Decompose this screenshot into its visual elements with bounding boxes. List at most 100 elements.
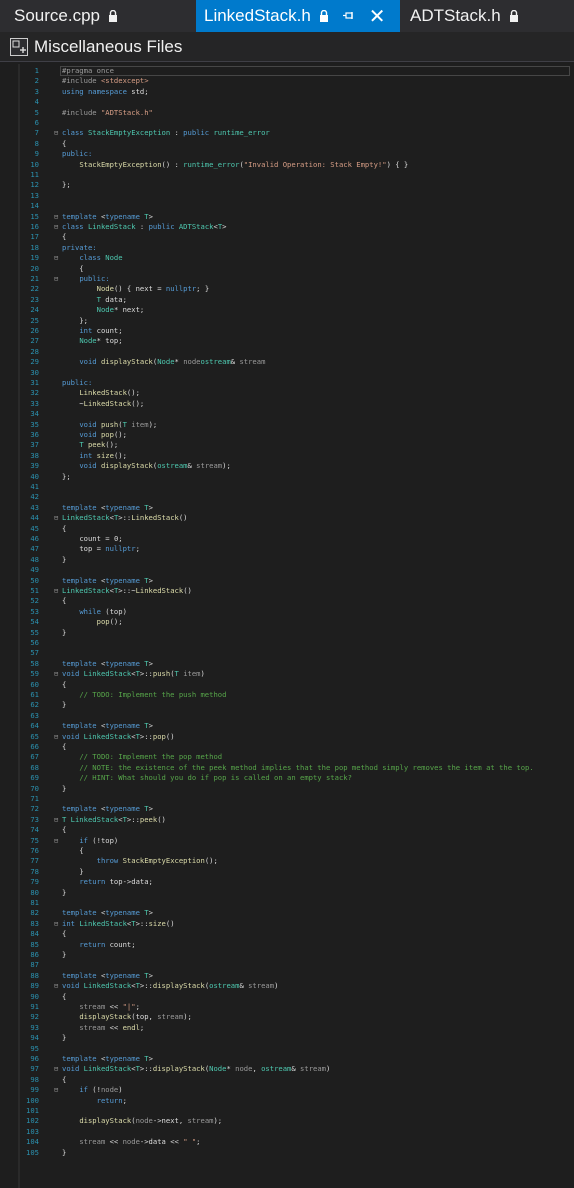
code-line[interactable]: 60 { — [0, 680, 574, 690]
collapse-icon[interactable]: ⊟ — [54, 128, 62, 138]
code-line[interactable]: 13 — [0, 191, 574, 201]
code-line[interactable]: 88 template <typename T> — [0, 971, 574, 981]
code-line[interactable]: 63 — [0, 711, 574, 721]
code-line[interactable]: 34 — [0, 409, 574, 419]
code-line[interactable]: 101 — [0, 1106, 574, 1116]
code-line[interactable]: 100 return; — [0, 1096, 574, 1106]
code-line[interactable]: 98 { — [0, 1075, 574, 1085]
code-line[interactable]: 50 template <typename T> — [0, 576, 574, 586]
code-line[interactable]: 89 ⊟ void LinkedStack<T>::displayStack(ost… — [0, 981, 574, 991]
collapse-icon[interactable]: ⊟ — [54, 1085, 62, 1095]
code-line[interactable]: 75 ⊟ if (!top) — [0, 836, 574, 846]
code-line[interactable]: 17 { — [0, 232, 574, 242]
code-editor[interactable]: 1 #pragma once 2 #include <stdexcept> 3 using… — [0, 64, 574, 1188]
collapse-icon[interactable]: ⊟ — [54, 919, 62, 929]
code-line[interactable]: 84 { — [0, 929, 574, 939]
code-line[interactable]: 48} — [0, 555, 574, 565]
code-line[interactable]: 43 template <typename T> — [0, 503, 574, 513]
collapse-icon[interactable]: ⊟ — [54, 669, 62, 679]
code-line[interactable]: 99 ⊟ if (!node) — [0, 1085, 574, 1095]
code-line[interactable]: 58 template <typename T> — [0, 659, 574, 669]
code-line[interactable]: 56 — [0, 638, 574, 648]
code-line[interactable]: 22 Node() { next = nullptr; } — [0, 284, 574, 294]
code-line[interactable]: 77 throw StackEmptyException(); — [0, 856, 574, 866]
code-line[interactable]: 33 ~LinkedStack(); — [0, 399, 574, 409]
code-line[interactable]: 53 while (top) — [0, 607, 574, 617]
code-line[interactable]: 81 — [0, 898, 574, 908]
code-line[interactable]: 78 } — [0, 867, 574, 877]
code-line[interactable]: 39 void displayStack(ostream& stream); — [0, 461, 574, 471]
collapse-icon[interactable]: ⊟ — [54, 815, 62, 825]
code-line[interactable]: 20 { — [0, 264, 574, 274]
code-line[interactable]: 87 — [0, 960, 574, 970]
collapse-icon[interactable]: ⊟ — [54, 274, 62, 284]
code-line[interactable]: 52 { — [0, 596, 574, 606]
code-line[interactable]: 19 ⊟ class Node — [0, 253, 574, 263]
code-line[interactable]: 91 stream << "|"; — [0, 1002, 574, 1012]
code-line[interactable]: 47 top = nullptr; — [0, 544, 574, 554]
code-line[interactable]: 68 // NOTE: the existence of the peek me… — [0, 763, 574, 773]
code-line[interactable]: 21 ⊟ public: — [0, 274, 574, 284]
code-line[interactable]: 74 { — [0, 825, 574, 835]
code-line[interactable]: 76 { — [0, 846, 574, 856]
code-line[interactable]: 15 ⊟ template <typename T> — [0, 212, 574, 222]
code-line[interactable]: 73 ⊟ T LinkedStack<T>::peek() — [0, 815, 574, 825]
collapse-icon[interactable]: ⊟ — [54, 222, 62, 232]
code-line[interactable]: 70} — [0, 784, 574, 794]
code-line[interactable]: 8{ — [0, 139, 574, 149]
code-line[interactable]: 37 T peek(); — [0, 440, 574, 450]
code-line[interactable]: 69 // HINT: What should you do if pop is… — [0, 773, 574, 783]
code-line[interactable]: 95 — [0, 1044, 574, 1054]
code-line[interactable]: 12}; — [0, 180, 574, 190]
code-line[interactable]: 2 #include <stdexcept> — [0, 76, 574, 86]
code-line[interactable]: 24 Node* next; — [0, 305, 574, 315]
code-line[interactable]: 1 #pragma once — [0, 66, 574, 76]
code-line[interactable]: 93 stream << endl; — [0, 1023, 574, 1033]
project-dropdown[interactable]: Miscellaneous Files — [34, 37, 182, 57]
code-line[interactable]: 45 { — [0, 524, 574, 534]
code-line[interactable]: 9 public: — [0, 149, 574, 159]
code-line[interactable]: 40}; — [0, 472, 574, 482]
code-line[interactable]: 90 { — [0, 992, 574, 1002]
code-line[interactable]: 85 return count; — [0, 940, 574, 950]
code-line[interactable]: 55} — [0, 628, 574, 638]
code-line[interactable]: 86} — [0, 950, 574, 960]
collapse-icon[interactable]: ⊟ — [54, 732, 62, 742]
pin-icon[interactable] — [342, 8, 355, 24]
tab-linkedstack-h[interactable]: LinkedStack.h ✕ — [196, 0, 400, 32]
code-line[interactable]: 11 — [0, 170, 574, 180]
code-line[interactable]: 27 Node* top; — [0, 336, 574, 346]
code-line[interactable]: 96 template <typename T> — [0, 1054, 574, 1064]
code-line[interactable]: 103 — [0, 1127, 574, 1137]
code-line[interactable]: 38 int size(); — [0, 451, 574, 461]
code-line[interactable]: 66 { — [0, 742, 574, 752]
code-line[interactable]: 3 using namespace std; — [0, 87, 574, 97]
code-line[interactable]: 61 // TODO: Implement the push method — [0, 690, 574, 700]
code-line[interactable]: 82 template <typename T> — [0, 908, 574, 918]
close-icon[interactable]: ✕ — [369, 4, 386, 29]
code-line[interactable]: 41 — [0, 482, 574, 492]
collapse-icon[interactable]: ⊟ — [54, 981, 62, 991]
code-line[interactable]: 92 displayStack(top, stream); — [0, 1012, 574, 1022]
collapse-icon[interactable]: ⊟ — [54, 586, 62, 596]
code-line[interactable]: 6 — [0, 118, 574, 128]
code-line[interactable]: 25 }; — [0, 316, 574, 326]
code-line[interactable]: 4 — [0, 97, 574, 107]
collapse-icon[interactable]: ⊟ — [54, 212, 62, 222]
code-line[interactable]: 30 — [0, 368, 574, 378]
code-line[interactable]: 80} — [0, 888, 574, 898]
collapse-icon[interactable]: ⊟ — [54, 253, 62, 263]
code-line[interactable]: 102 displayStack(node->next, stream); — [0, 1116, 574, 1126]
code-line[interactable]: 16 ⊟ class LinkedStack : public ADTStack<T… — [0, 222, 574, 232]
code-line[interactable]: 28 — [0, 347, 574, 357]
code-line[interactable]: 23 T data; — [0, 295, 574, 305]
collapse-icon[interactable]: ⊟ — [54, 836, 62, 846]
code-line[interactable]: 105} — [0, 1148, 574, 1158]
code-line[interactable]: 62} — [0, 700, 574, 710]
code-line[interactable]: 59 ⊟ void LinkedStack<T>::push(T item) — [0, 669, 574, 679]
code-line[interactable]: 94} — [0, 1033, 574, 1043]
code-line[interactable]: 14 — [0, 201, 574, 211]
code-line[interactable]: 36 void pop(); — [0, 430, 574, 440]
code-line[interactable]: 32 LinkedStack(); — [0, 388, 574, 398]
code-line[interactable]: 97 ⊟ void LinkedStack<T>::displayStack(Nod… — [0, 1064, 574, 1074]
